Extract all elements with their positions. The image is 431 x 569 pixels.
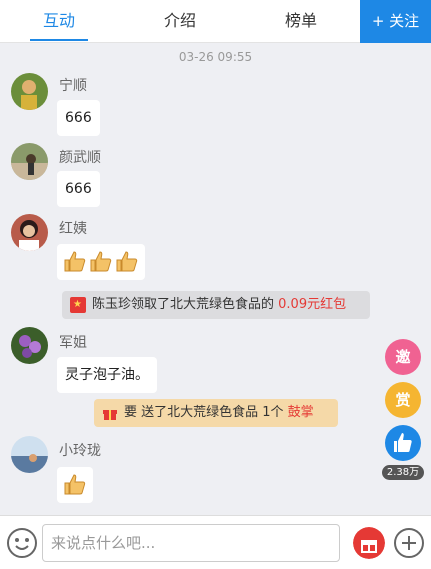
like-button[interactable] <box>385 425 421 461</box>
thumbs-up-icon <box>64 251 86 272</box>
tab-interaction[interactable]: 互动 <box>26 0 92 43</box>
invite-button[interactable]: 邀 <box>385 339 421 375</box>
redpacket-notice: 陈玉珍领取了北大荒绿色食品的 0.09元红包 <box>62 291 370 319</box>
gift-text: 要 送了北大荒绿色食品 1个 <box>124 405 288 420</box>
sender-name: 颜武顺 <box>59 150 101 166</box>
message-bubble: 666 <box>57 171 100 207</box>
avatar[interactable] <box>11 327 48 364</box>
emoji-icon[interactable] <box>6 527 38 559</box>
redpacket-amount: 0.09元红包 <box>278 297 347 312</box>
message-bubble <box>57 467 93 503</box>
thumbs-up-icon <box>116 251 138 272</box>
timestamp: 03-26 09:55 <box>178 50 253 64</box>
avatar[interactable] <box>11 73 48 110</box>
reward-button[interactable]: 赏 <box>385 382 421 418</box>
bottom-input-bar: 来说点什么吧... <box>0 515 431 569</box>
thumbs-up-icon <box>64 474 86 495</box>
tab-intro[interactable]: 介绍 <box>150 0 210 43</box>
avatar[interactable] <box>11 214 48 251</box>
redpacket-icon <box>70 291 86 319</box>
gift-icon <box>103 410 117 420</box>
tab-ranking[interactable]: 榜单 <box>271 0 331 43</box>
like-count: 2.38万 <box>382 465 424 480</box>
message-bubble: 666 <box>57 100 100 136</box>
thumbs-up-icon <box>90 251 112 272</box>
sender-name: 宁顺 <box>59 78 87 94</box>
top-tab-bar: 互动 介绍 榜单 + 关注 <box>0 0 431 43</box>
gift-icon[interactable] <box>353 527 385 559</box>
add-icon[interactable] <box>393 527 425 559</box>
gift-notice: 要 送了北大荒绿色食品 1个 鼓掌 <box>94 399 338 427</box>
avatar[interactable] <box>11 436 48 473</box>
message-bubble: 灵子泡子油。 <box>57 357 157 393</box>
follow-button[interactable]: + 关注 <box>360 0 431 43</box>
redpacket-text: 陈玉珍领取了北大荒绿色食品的 <box>92 297 279 312</box>
message-bubble <box>57 244 145 280</box>
avatar[interactable] <box>11 143 48 180</box>
thumbs-up-icon <box>394 433 412 452</box>
sender-name: 小玲珑 <box>59 443 101 459</box>
sender-name: 军姐 <box>59 335 87 351</box>
sender-name: 红姨 <box>59 221 87 237</box>
gift-item: 鼓掌 <box>287 405 314 420</box>
comment-input[interactable]: 来说点什么吧... <box>42 524 340 562</box>
